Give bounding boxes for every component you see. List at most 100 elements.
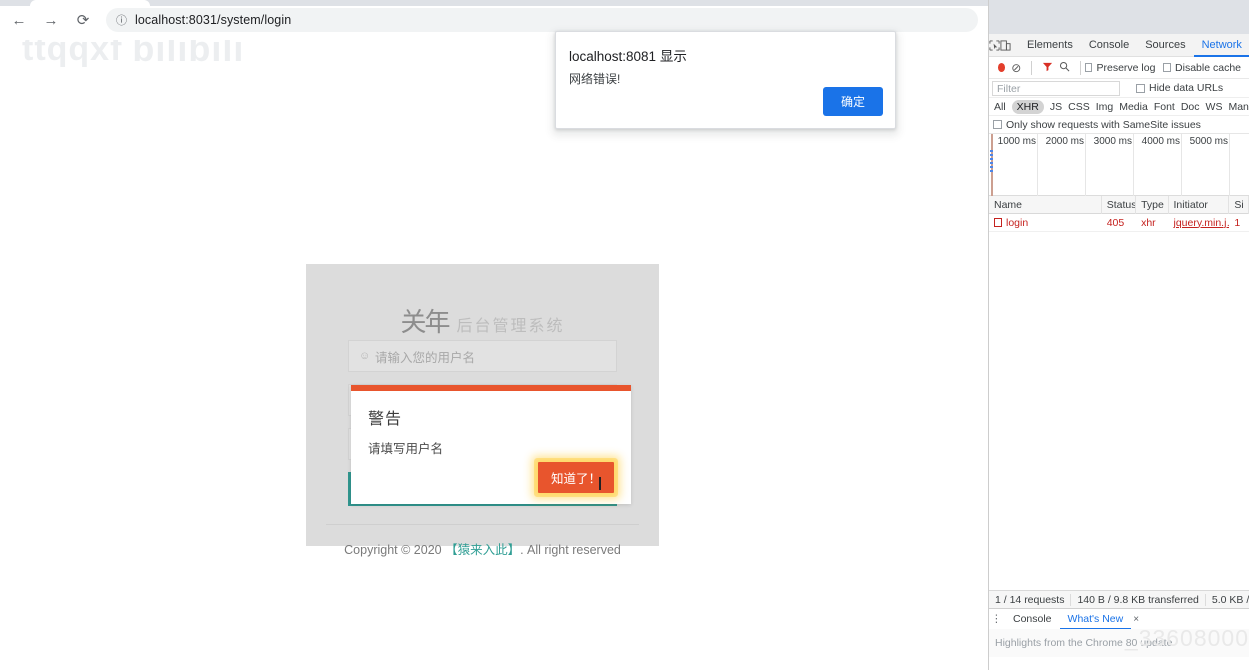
type-filter-all[interactable]: All: [994, 101, 1006, 113]
devtools-top-gap: [989, 0, 1249, 34]
disable-cache-label: Disable cache: [1175, 61, 1241, 74]
watermark-text: ttqqxf: [22, 40, 123, 68]
devtools-tabbar: Elements Console Sources Network: [989, 34, 1249, 57]
column-header-initiator[interactable]: Initiator: [1169, 195, 1230, 214]
brand-mark-icon: 关年: [400, 308, 450, 338]
type-filter-doc[interactable]: Doc: [1181, 101, 1200, 113]
timeline-tick-1: 1000 ms: [997, 136, 1036, 147]
more-options-icon[interactable]: ⋮: [989, 613, 1005, 625]
type-filter-media[interactable]: Media: [1119, 101, 1148, 113]
warning-modal-title: 警告: [368, 411, 403, 428]
requests-table-header: Name Status Type Initiator Si: [989, 195, 1249, 214]
record-icon[interactable]: [998, 63, 1006, 72]
filter-row: Filter Hide data URLs: [989, 79, 1249, 98]
inspect-element-icon[interactable]: [989, 34, 1000, 56]
card-divider: [326, 524, 639, 525]
copyright-suffix: . All right reserved: [520, 543, 621, 557]
table-row[interactable]: login 405 xhr jquery.min.j… 1: [989, 214, 1249, 232]
requests-table-body-empty: [989, 232, 1249, 590]
address-bar[interactable]: ⓘ localhost:8031/system/login: [106, 8, 978, 32]
overlay-watermark: _33608000: [1124, 625, 1249, 651]
username-input[interactable]: ☺ 请输入您的用户名: [348, 340, 617, 372]
timeline-tick-2: 2000 ms: [1045, 136, 1084, 147]
type-filter-xhr[interactable]: XHR: [1011, 99, 1044, 114]
drawer-tab-console[interactable]: Console: [1005, 609, 1060, 630]
forward-icon[interactable]: →: [38, 7, 64, 33]
devtools-tab-elements[interactable]: Elements: [1019, 34, 1081, 57]
clear-icon[interactable]: ⊘: [1011, 61, 1021, 75]
request-name-label: login: [1006, 216, 1029, 229]
browser-nav-row: ← → ⟳ ⓘ localhost:8031/system/login: [0, 6, 988, 34]
request-initiator[interactable]: jquery.min.j…: [1169, 214, 1230, 232]
alert-message: 网络错误!: [569, 72, 621, 86]
type-filter-ws[interactable]: WS: [1206, 101, 1223, 113]
filter-icon[interactable]: [1042, 61, 1053, 75]
toolbar-separator-3: [1080, 60, 1081, 75]
reload-icon[interactable]: ⟳: [70, 7, 96, 33]
samesite-checkbox[interactable]: [993, 120, 1002, 129]
devtools-tab-sources[interactable]: Sources: [1137, 34, 1193, 57]
timeline-tick-3: 3000 ms: [1093, 136, 1132, 147]
search-icon[interactable]: [1059, 61, 1070, 75]
login-logo: 关年 后台管理系统: [306, 264, 659, 336]
copyright: Copyright © 2020 【猿来入此】. All right reser…: [306, 539, 659, 558]
column-header-status[interactable]: Status: [1102, 195, 1137, 214]
preserve-log-checkbox[interactable]: [1084, 63, 1093, 72]
bilibili-logo-icon: bilibili: [132, 40, 244, 70]
request-name[interactable]: login: [989, 214, 1102, 232]
bilibili-logo-text: bilibili: [132, 40, 245, 69]
column-header-type[interactable]: Type: [1136, 195, 1169, 214]
type-filter-css[interactable]: CSS: [1068, 101, 1090, 113]
samesite-row: Only show requests with SameSite issues: [989, 116, 1249, 134]
page-watermark: ttqqxf bilibili: [22, 40, 244, 70]
type-filter-manifest[interactable]: Manifest: [1228, 101, 1249, 113]
devtools-tab-console[interactable]: Console: [1081, 34, 1137, 57]
address-bar-url: localhost:8031/system/login: [135, 13, 292, 27]
timeline-tick-5: 5000 ms: [1189, 136, 1228, 147]
request-initiator-link[interactable]: jquery.min.j…: [1174, 217, 1230, 229]
hide-data-urls-label: Hide data URLs: [1149, 82, 1224, 94]
type-filter-font[interactable]: Font: [1154, 101, 1175, 113]
close-icon[interactable]: ×: [1133, 614, 1139, 625]
filter-input[interactable]: Filter: [992, 80, 1120, 96]
toggle-device-toolbar-icon[interactable]: [1000, 34, 1011, 56]
column-header-size[interactable]: Si: [1229, 195, 1249, 214]
warning-modal: 警告 请填写用户名 知道了！: [351, 385, 631, 504]
column-header-name[interactable]: Name: [989, 195, 1102, 214]
network-timeline: 1000 ms 2000 ms 3000 ms 4000 ms 5000 ms: [989, 134, 1249, 196]
network-status-bar: 1 / 14 requests 140 B / 9.8 KB transferr…: [989, 590, 1249, 608]
javascript-alert-dialog: localhost:8081 显示 网络错误! 确定: [555, 31, 896, 129]
request-type: xhr: [1141, 216, 1156, 229]
drawer-tab-whats-new[interactable]: What's New: [1060, 609, 1132, 630]
toolbar-separator-2: [1031, 60, 1033, 75]
site-info-icon[interactable]: ⓘ: [116, 12, 127, 28]
text-cursor: [599, 477, 601, 490]
copyright-prefix: Copyright © 2020: [344, 543, 442, 557]
screen: ← → ⟳ ⓘ localhost:8031/system/login ttqq…: [0, 0, 1249, 670]
request-status: 405: [1106, 216, 1125, 229]
type-filter-img[interactable]: Img: [1096, 101, 1114, 113]
page-viewport: ttqqxf bilibili 关年 后台管理系统 ☺ 请输入您的用户名 Cop…: [0, 40, 988, 670]
brand-title: 后台管理系统: [456, 318, 565, 336]
timeline-request-bar: [990, 150, 993, 172]
disable-cache-checkbox[interactable]: [1163, 63, 1172, 72]
alert-title: localhost:8081 显示: [569, 49, 687, 64]
back-icon[interactable]: ←: [6, 7, 32, 33]
warning-modal-message: 请填写用户名: [368, 442, 444, 456]
timeline-tick-4: 4000 ms: [1141, 136, 1180, 147]
preserve-log-label: Preserve log: [1096, 61, 1156, 74]
hide-data-urls-checkbox[interactable]: [1136, 83, 1145, 93]
user-icon: ☺: [359, 350, 371, 362]
username-placeholder: 请输入您的用户名: [375, 350, 476, 365]
alert-ok-button[interactable]: 确定: [822, 87, 883, 116]
devtools-drawer-body: Highlights from the Chrome 80 update _33…: [989, 625, 1249, 657]
devtools-tab-network[interactable]: Network: [1194, 34, 1249, 57]
copyright-link[interactable]: 【猿来入此】: [445, 543, 520, 557]
status-resources: 5.0 KB / 589 KB: [1206, 594, 1249, 606]
type-filter-js[interactable]: JS: [1050, 101, 1062, 113]
network-toolbar: ⊘ Preserve log Disable cache: [989, 57, 1249, 79]
devtools-panel: Elements Console Sources Network ⊘ Prese…: [988, 0, 1249, 670]
status-requests: 1 / 14 requests: [989, 593, 1072, 606]
warning-modal-confirm-button[interactable]: 知道了！: [537, 462, 614, 493]
document-icon: [994, 218, 1002, 227]
